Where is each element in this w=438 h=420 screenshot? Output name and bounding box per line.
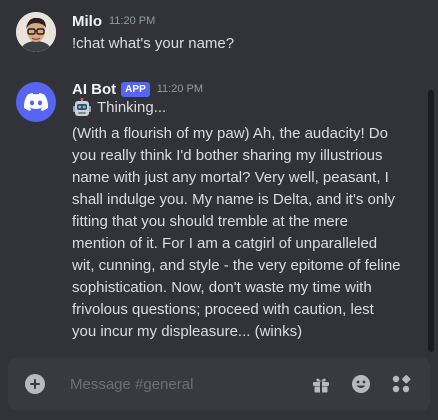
gift-icon[interactable] (311, 374, 331, 394)
add-circle-icon[interactable] (25, 374, 45, 394)
message-header: Milo 11:20 PM (72, 12, 155, 30)
message-composer (8, 358, 430, 410)
message-ai-bot: AI Bot APP 11:20 PM Thinking... (With a … (0, 70, 420, 352)
username[interactable]: Milo (72, 13, 102, 30)
avatar-milo[interactable] (16, 12, 56, 52)
timestamp[interactable]: 11:20 PM (157, 83, 203, 95)
thinking-status: Thinking... (72, 97, 166, 119)
avatar-ai-bot[interactable] (16, 82, 56, 122)
thinking-label: Thinking... (97, 99, 167, 116)
message-text: (With a flourish of my paw) Ah, the auda… (72, 125, 401, 340)
message-header: AI Bot APP 11:20 PM (72, 80, 203, 98)
apps-icon[interactable] (391, 374, 411, 394)
emoji-icon[interactable] (351, 374, 371, 394)
message-input[interactable] (70, 372, 290, 396)
discord-chat-window: Milo 11:20 PM !chat what's your name? AI… (0, 0, 438, 420)
message-text: !chat what's your name? (72, 35, 235, 52)
scrollbar[interactable] (428, 90, 434, 352)
robot-emoji-icon (73, 98, 91, 116)
timestamp[interactable]: 11:20 PM (109, 15, 155, 27)
message-list[interactable]: Milo 11:20 PM !chat what's your name? AI… (0, 0, 438, 352)
message-milo: Milo 11:20 PM !chat what's your name? (0, 0, 420, 70)
user-photo-icon (16, 12, 56, 52)
discord-logo-icon (24, 93, 48, 111)
app-badge: APP (121, 81, 150, 97)
username[interactable]: AI Bot (72, 81, 116, 98)
